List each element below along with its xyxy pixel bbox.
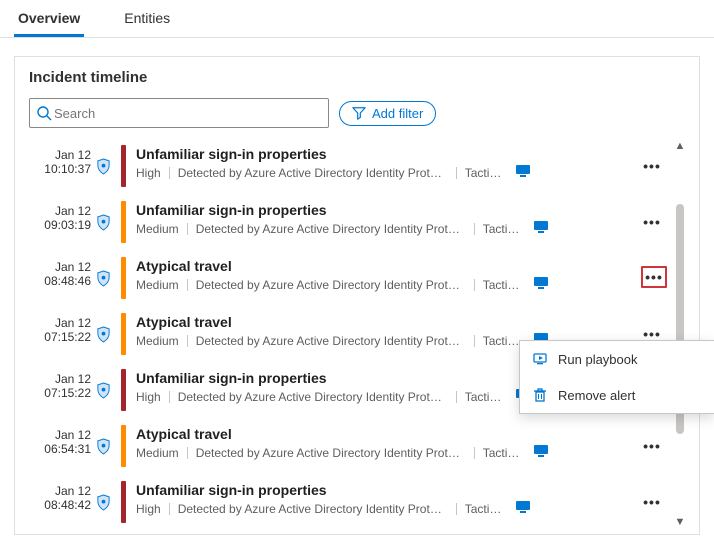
shield-icon (91, 362, 115, 418)
alert-title: Atypical travel (136, 314, 637, 330)
severity-text: Medium (136, 334, 179, 348)
severity-bar (121, 145, 126, 187)
alert-title: Unfamiliar sign-in properties (136, 202, 637, 218)
search-input[interactable] (52, 105, 322, 122)
tactics-label: Tactics: 1 (483, 222, 525, 236)
alert-meta: Medium Detected by Azure Active Directory… (136, 444, 637, 461)
detected-by: Detected by Azure Active Directory Ident… (196, 446, 466, 460)
severity-bar (121, 201, 126, 243)
row-context-menu: Run playbook Remove alert (519, 340, 714, 414)
severity-text: High (136, 166, 161, 180)
detected-by: Detected by Azure Active Directory Ident… (178, 166, 448, 180)
timestamp: Jan 1207:15:22 (29, 362, 91, 418)
severity-text: Medium (136, 278, 179, 292)
search-box[interactable] (29, 98, 329, 128)
detected-by: Detected by Azure Active Directory Ident… (196, 278, 466, 292)
timestamp: Jan 1206:54:31 (29, 418, 91, 474)
shield-icon (91, 306, 115, 362)
menu-remove-alert-label: Remove alert (558, 388, 635, 403)
timestamp: Jan 1210:10:37 (29, 138, 91, 194)
alert-meta: Medium Detected by Azure Active Directory… (136, 276, 641, 293)
tactics-label: Tactics: 1 (465, 166, 507, 180)
severity-bar (121, 369, 126, 411)
row-more-button[interactable]: ••• (637, 418, 667, 474)
severity-text: High (136, 502, 161, 516)
row-more-button[interactable]: ••• (641, 266, 667, 288)
trash-icon (532, 387, 548, 403)
row-body: Atypical travel Medium Detected by Azure A… (136, 250, 641, 306)
tab-bar: Overview Entities (0, 0, 714, 38)
filter-icon (352, 106, 366, 120)
row-more-button[interactable]: ••• (637, 194, 667, 250)
alert-meta: High Detected by Azure Active Directory I… (136, 500, 637, 517)
row-body: Unfamiliar sign-in properties Medium Detec… (136, 194, 637, 250)
row-body: Unfamiliar sign-in properties High Detecte… (136, 474, 637, 530)
toolbar: Add filter (29, 98, 685, 128)
alert-meta: High Detected by Azure Active Directory I… (136, 164, 637, 181)
severity-text: Medium (136, 222, 179, 236)
detected-by: Detected by Azure Active Directory Ident… (178, 502, 448, 516)
monitor-icon (515, 164, 531, 181)
row-more-button[interactable]: ••• (637, 474, 667, 530)
menu-run-playbook[interactable]: Run playbook (520, 341, 714, 377)
timeline-row[interactable]: Jan 1206:54:31 Atypical travel Medium Detec… (29, 418, 685, 474)
tactics-label: Tactics: 1 (483, 278, 525, 292)
shield-icon (91, 474, 115, 530)
tactics-label: Tactics: 1 (465, 390, 507, 404)
menu-run-playbook-label: Run playbook (558, 352, 638, 367)
timeline-row[interactable]: Jan 1210:10:37 Unfamiliar sign-in propert… (29, 138, 685, 194)
severity-bar (121, 425, 126, 467)
tab-entities[interactable]: Entities (120, 0, 174, 37)
alert-title: Unfamiliar sign-in properties (136, 146, 637, 162)
section-title: Incident timeline (29, 69, 685, 86)
alert-title: Unfamiliar sign-in properties (136, 482, 637, 498)
monitor-icon (533, 276, 549, 293)
tab-overview[interactable]: Overview (14, 0, 84, 37)
severity-bar (121, 481, 126, 523)
menu-remove-alert[interactable]: Remove alert (520, 377, 714, 413)
shield-icon (91, 194, 115, 250)
add-filter-button[interactable]: Add filter (339, 101, 436, 126)
timeline-row[interactable]: Jan 1208:48:46 Atypical travel Medium Detec… (29, 250, 685, 306)
shield-icon (91, 418, 115, 474)
incident-timeline-panel: Incident timeline Add filter ▲ ▼ Jan 121… (14, 56, 700, 535)
tactics-label: Tactics: 1 (465, 502, 507, 516)
severity-text: Medium (136, 446, 179, 460)
search-icon (36, 105, 52, 121)
detected-by: Detected by Azure Active Directory Ident… (178, 390, 448, 404)
row-more-button[interactable]: ••• (637, 138, 667, 194)
shield-icon (91, 250, 115, 306)
severity-text: High (136, 390, 161, 404)
alert-meta: Medium Detected by Azure Active Directory… (136, 220, 637, 237)
row-body: Atypical travel Medium Detected by Azure A… (136, 418, 637, 474)
monitor-icon (533, 444, 549, 461)
timeline-row[interactable]: Jan 1208:48:42 Unfamiliar sign-in propert… (29, 474, 685, 530)
monitor-icon (515, 500, 531, 517)
alert-title: Atypical travel (136, 258, 641, 274)
detected-by: Detected by Azure Active Directory Ident… (196, 334, 466, 348)
severity-bar (121, 313, 126, 355)
timestamp: Jan 1209:03:19 (29, 194, 91, 250)
monitor-icon (533, 220, 549, 237)
add-filter-label: Add filter (372, 106, 423, 121)
timeline-list: ▲ ▼ Jan 1210:10:37Unfamiliar sign-in pro… (29, 138, 685, 530)
alert-title: Atypical travel (136, 426, 637, 442)
timestamp: Jan 1208:48:46 (29, 250, 91, 306)
playbook-icon (532, 351, 548, 367)
timestamp: Jan 1207:15:22 (29, 306, 91, 362)
detected-by: Detected by Azure Active Directory Ident… (196, 222, 466, 236)
timeline-row[interactable]: Jan 1209:03:19 Unfamiliar sign-in propert… (29, 194, 685, 250)
tactics-label: Tactics: 1 (483, 446, 525, 460)
shield-icon (91, 138, 115, 194)
timestamp: Jan 1208:48:42 (29, 474, 91, 530)
row-body: Unfamiliar sign-in properties High Detecte… (136, 138, 637, 194)
severity-bar (121, 257, 126, 299)
